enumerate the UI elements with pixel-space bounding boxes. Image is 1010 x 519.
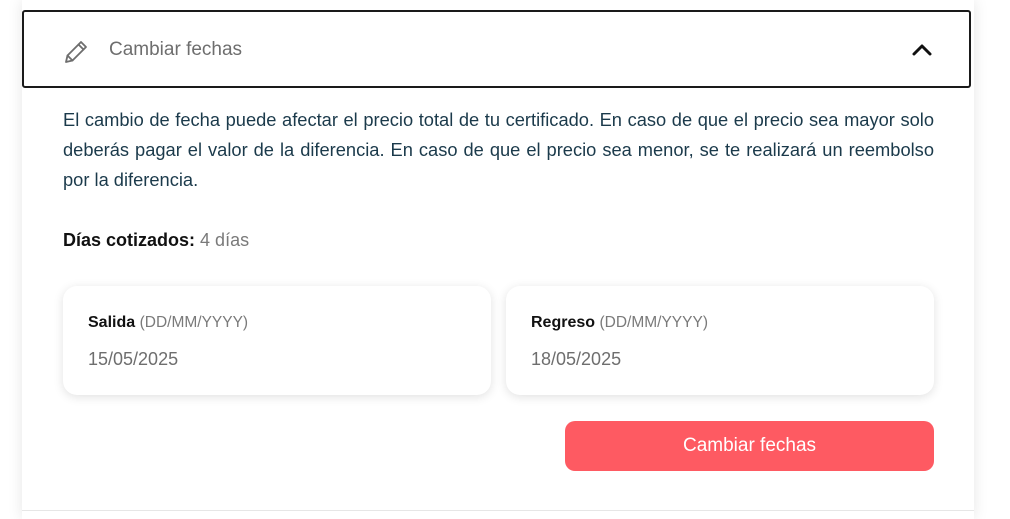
accordion-header[interactable]: Cambiar fechas xyxy=(22,10,971,88)
pencil-icon xyxy=(62,38,90,66)
page: Cambiar fechas El cambio de fecha puede … xyxy=(0,0,1010,519)
return-label-row: Regreso (DD/MM/YYYY) xyxy=(531,313,708,333)
departure-label: Salida xyxy=(88,314,136,331)
return-date-value[interactable]: 18/05/2025 xyxy=(531,347,621,371)
return-label: Regreso xyxy=(531,314,596,331)
departure-label-row: Salida (DD/MM/YYYY) xyxy=(88,313,248,333)
divider xyxy=(22,510,974,511)
quoted-days-value: 4 días xyxy=(200,230,250,250)
quoted-days: Días cotizados: 4 días xyxy=(63,228,249,252)
return-format-hint: (DD/MM/YYYY) xyxy=(599,314,708,331)
change-dates-description: El cambio de fecha puede afectar el prec… xyxy=(63,109,934,190)
departure-format-hint: (DD/MM/YYYY) xyxy=(139,314,249,331)
change-dates-card: Cambiar fechas El cambio de fecha puede … xyxy=(22,0,974,519)
accordion-title: Cambiar fechas xyxy=(109,39,243,60)
departure-date-field[interactable]: Salida (DD/MM/YYYY) 15/05/2025 xyxy=(63,286,491,395)
departure-date-value[interactable]: 15/05/2025 xyxy=(88,347,178,371)
change-dates-button[interactable]: Cambiar fechas xyxy=(565,421,934,471)
quoted-days-label: Días cotizados: xyxy=(63,230,196,250)
return-date-field[interactable]: Regreso (DD/MM/YYYY) 18/05/2025 xyxy=(506,286,934,395)
chevron-up-icon[interactable] xyxy=(911,42,933,58)
